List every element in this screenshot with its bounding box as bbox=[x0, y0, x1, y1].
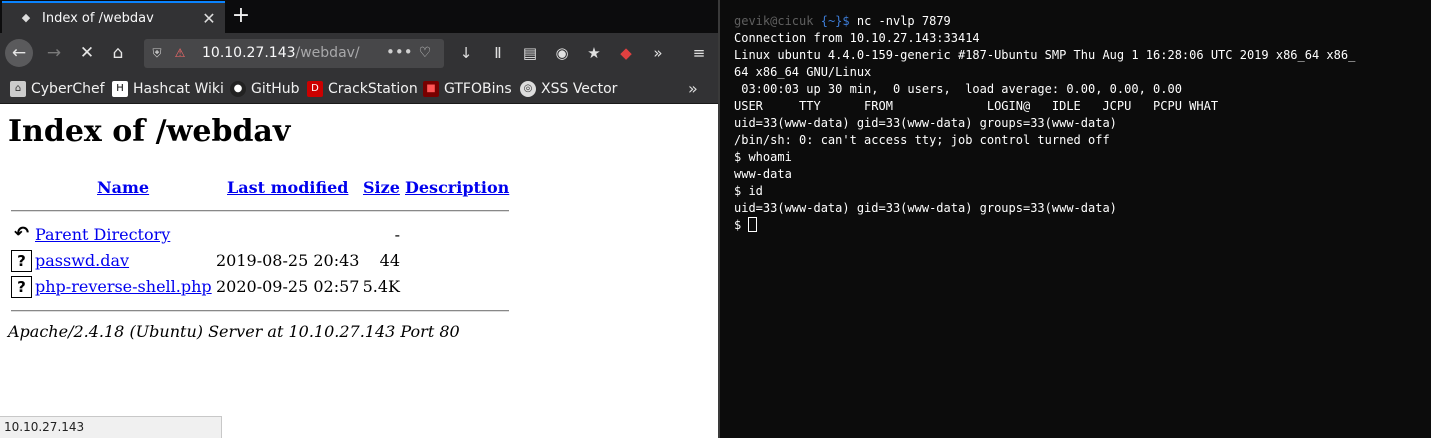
page-actions-icon[interactable]: ••• bbox=[386, 43, 413, 61]
chef-hat-icon: ⌂ bbox=[10, 81, 26, 97]
row-size: - bbox=[394, 225, 400, 244]
github-icon: ● bbox=[230, 81, 246, 97]
column-name[interactable]: Name bbox=[97, 178, 149, 197]
parent-directory-link[interactable]: Parent Directory bbox=[35, 225, 170, 244]
download-icon[interactable]: ↓ bbox=[455, 42, 477, 64]
bookmark-cyberchef[interactable]: ⌂ CyberChef bbox=[10, 80, 105, 98]
shield-icon[interactable]: ⛨ bbox=[150, 45, 164, 61]
page-title: Index of /webdav bbox=[8, 114, 291, 149]
terminal-line: Linux ubuntu 4.4.0-159-generic #187-Ubun… bbox=[734, 48, 1356, 62]
bookmark-label: GitHub bbox=[251, 81, 300, 97]
page-content: Index of /webdav Name Last modified Size… bbox=[0, 104, 718, 438]
file-link-php-reverse-shell[interactable]: php-reverse-shell.php bbox=[35, 277, 212, 296]
terminal-cursor bbox=[748, 217, 758, 232]
gtfobins-icon: ■ bbox=[423, 81, 439, 97]
bookmark-label: CrackStation bbox=[328, 81, 418, 97]
tab-bar: ◆ Index of /webdav ✕ + bbox=[0, 0, 718, 33]
terminal-line: /bin/sh: 0: can't access tty; job contro… bbox=[734, 133, 1110, 147]
insecure-lock-icon[interactable]: ⚠ bbox=[172, 45, 188, 61]
row-date: 2020-09-25 02:57 bbox=[216, 277, 360, 296]
bookmark-label: Hashcat Wiki bbox=[133, 81, 224, 97]
tab-webdav[interactable]: ◆ Index of /webdav ✕ bbox=[2, 1, 225, 33]
bookmark-xss-vector[interactable]: ◎ XSS Vector bbox=[520, 80, 617, 98]
terminal-line: Connection from 10.10.27.143:33414 bbox=[734, 31, 980, 45]
divider bbox=[11, 310, 509, 312]
new-tab-button[interactable]: + bbox=[230, 3, 252, 29]
column-size[interactable]: Size bbox=[363, 178, 400, 197]
terminal-line: $ id bbox=[734, 184, 763, 198]
prompt-user: gevik@cicuk bbox=[734, 14, 814, 28]
terminal-line: 03:00:03 up 30 min, 0 users, load averag… bbox=[734, 82, 1182, 96]
bookmark-label: GTFOBins bbox=[444, 81, 512, 97]
extension-icon[interactable]: ★ bbox=[583, 42, 605, 64]
xss-icon: ◎ bbox=[520, 81, 536, 97]
prompt-path: {~}$ bbox=[820, 14, 850, 28]
terminal-window[interactable]: gevik@cicuk {~}$ nc -nvlp 7879 Connectio… bbox=[720, 0, 1431, 438]
terminal-line: 64 x86_64 GNU/Linux bbox=[734, 65, 872, 79]
terminal-line: uid=33(www-data) gid=33(www-data) groups… bbox=[734, 116, 1117, 130]
crackstation-icon: D bbox=[307, 81, 323, 97]
divider bbox=[11, 210, 509, 212]
url-path: /webdav/ bbox=[295, 45, 360, 61]
forward-button[interactable]: → bbox=[40, 39, 68, 67]
ublock-icon[interactable]: ◆ bbox=[615, 42, 637, 64]
home-button[interactable]: ⌂ bbox=[104, 39, 132, 67]
bookmark-gtfobins[interactable]: ■ GTFOBins bbox=[423, 80, 512, 98]
bookmark-github[interactable]: ● GitHub bbox=[230, 80, 300, 98]
overflow-chevron-icon[interactable]: » bbox=[647, 42, 669, 64]
bookmark-hashcat-wiki[interactable]: H Hashcat Wiki bbox=[112, 80, 224, 98]
bookmarks-overflow-icon[interactable]: » bbox=[688, 79, 698, 98]
menu-icon[interactable]: ≡ bbox=[688, 42, 710, 64]
row-size: 5.4K bbox=[362, 277, 400, 296]
file-link-passwd[interactable]: passwd.dav bbox=[35, 251, 129, 270]
command-text: nc -nvlp 7879 bbox=[849, 14, 951, 28]
terminal-command-line: gevik@cicuk {~}$ nc -nvlp 7879 bbox=[734, 13, 1431, 30]
table-row: ↶ Parent Directory - bbox=[0, 224, 520, 248]
hashcat-icon: H bbox=[112, 81, 128, 97]
sidebar-icon[interactable]: ▤ bbox=[519, 42, 541, 64]
bookmark-crackstation[interactable]: D CrackStation bbox=[307, 80, 418, 98]
bookmarks-toolbar: ⌂ CyberChef H Hashcat Wiki ● GitHub D Cr… bbox=[0, 73, 718, 104]
url-bar[interactable]: ⛨ ⚠ 10.10.27.143/webdav/ ••• ♡ bbox=[144, 39, 444, 68]
table-row: ? passwd.dav 2019-08-25 20:43 44 bbox=[0, 250, 520, 274]
terminal-line: $ whoami bbox=[734, 150, 792, 164]
page-icon: ◆ bbox=[21, 11, 31, 24]
stop-loading-button[interactable]: ✕ bbox=[73, 39, 101, 67]
unknown-file-icon: ? bbox=[11, 276, 32, 298]
bookmark-label: CyberChef bbox=[31, 81, 105, 97]
back-icon: ↶ bbox=[11, 224, 32, 246]
browser-window: ◆ Index of /webdav ✕ + ← → ✕ ⌂ ⛨ ⚠ 10.10… bbox=[0, 0, 718, 438]
account-icon[interactable]: ◉ bbox=[551, 42, 573, 64]
terminal-line: www-data bbox=[734, 167, 792, 181]
terminal-line: uid=33(www-data) gid=33(www-data) groups… bbox=[734, 201, 1117, 215]
back-button[interactable]: ← bbox=[5, 39, 33, 67]
tab-title: Index of /webdav bbox=[42, 10, 154, 26]
column-last-modified[interactable]: Last modified bbox=[227, 178, 348, 197]
terminal-line: USER TTY FROM LOGIN@ IDLE JCPU PCPU WHAT bbox=[734, 99, 1219, 113]
status-bar: 10.10.27.143 bbox=[0, 416, 222, 438]
pocket-icon[interactable]: ♡ bbox=[416, 44, 434, 62]
shell-prompt: $ bbox=[734, 218, 749, 232]
unknown-file-icon: ? bbox=[11, 250, 32, 272]
column-description[interactable]: Description bbox=[405, 178, 509, 197]
url-text[interactable]: 10.10.27.143/webdav/ bbox=[202, 45, 360, 62]
row-date: 2019-08-25 20:43 bbox=[216, 251, 360, 270]
terminal-input-line[interactable]: $ bbox=[734, 217, 1431, 234]
row-size: 44 bbox=[379, 251, 400, 270]
server-signature: Apache/2.4.18 (Ubuntu) Server at 10.10.2… bbox=[8, 322, 460, 341]
library-icon[interactable]: Ⅱ bbox=[487, 42, 509, 64]
bookmark-label: XSS Vector bbox=[541, 81, 618, 97]
url-host: 10.10.27.143 bbox=[202, 45, 296, 61]
navigation-toolbar: ← → ✕ ⌂ ⛨ ⚠ 10.10.27.143/webdav/ ••• ♡ ↓… bbox=[0, 33, 718, 73]
table-row: ? php-reverse-shell.php 2020-09-25 02:57… bbox=[0, 276, 520, 300]
close-tab-icon[interactable]: ✕ bbox=[197, 9, 221, 28]
